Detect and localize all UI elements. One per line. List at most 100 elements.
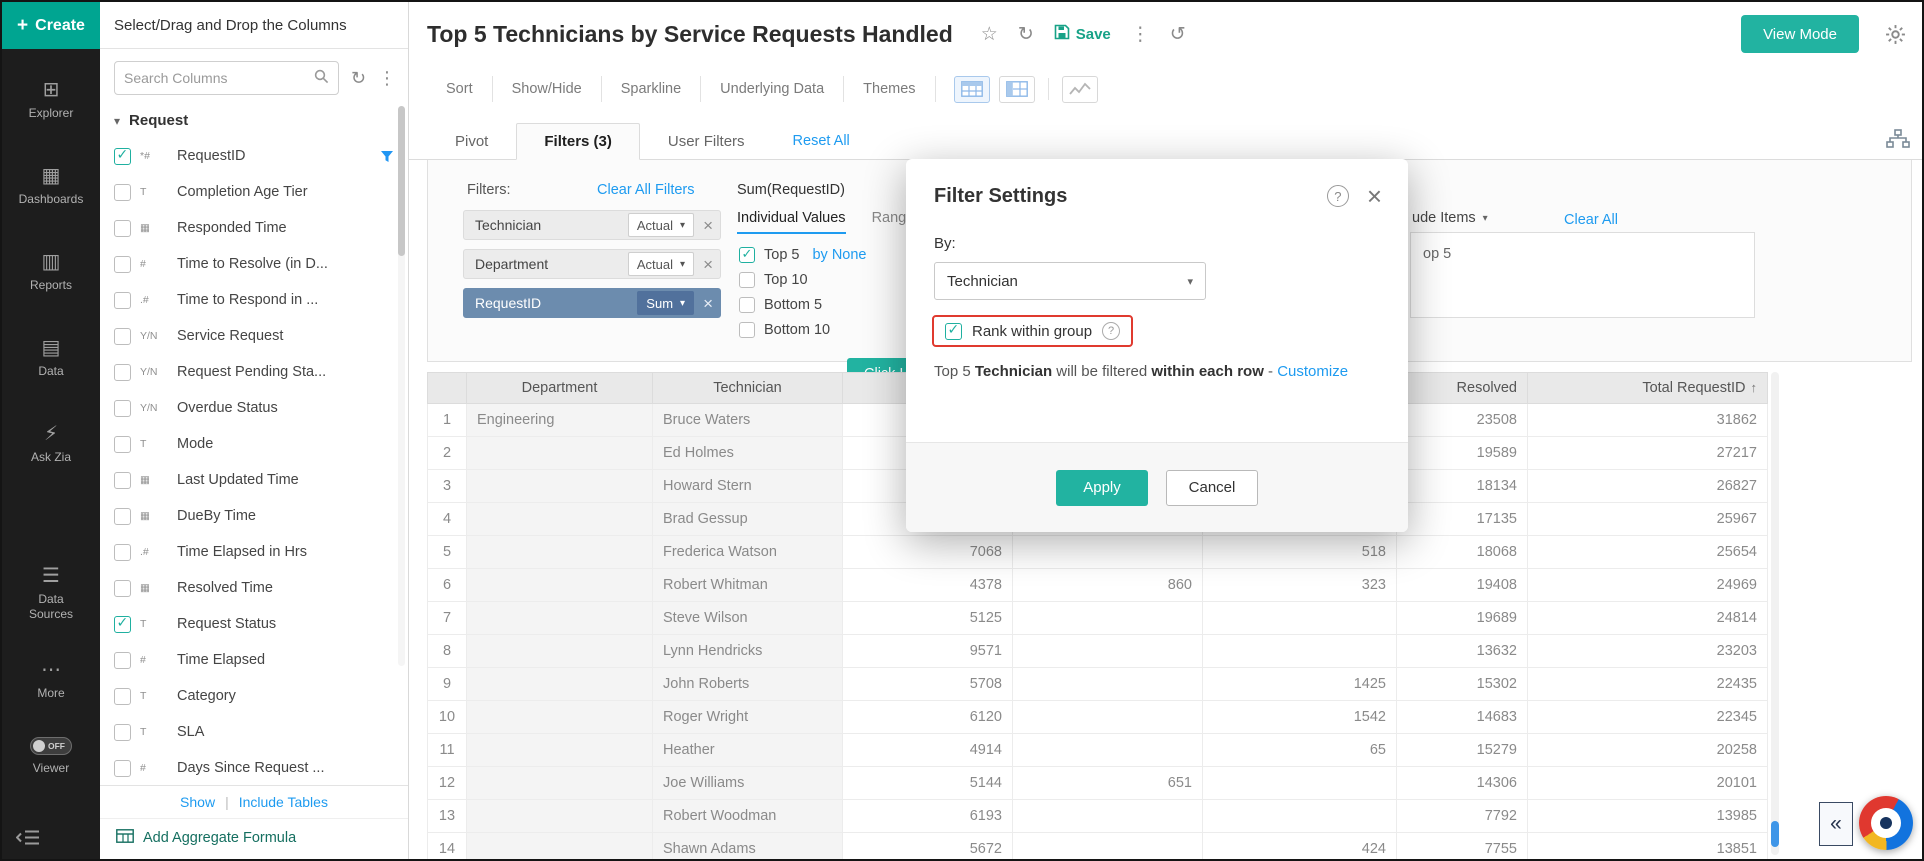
option-checkbox[interactable] (739, 297, 755, 313)
field-row[interactable]: ▦ Resolved Time (100, 570, 408, 606)
customize-link[interactable]: Customize (1277, 363, 1348, 380)
add-aggregate-formula-button[interactable]: Add Aggregate Formula (100, 818, 408, 859)
option-checkbox[interactable] (739, 272, 755, 288)
chip-remove-icon[interactable]: × (703, 217, 713, 234)
sidebar-item[interactable]: ▦ Dashboards (2, 153, 100, 219)
table-row[interactable]: 5 Frederica Watson 7068 518 18068 25654 (428, 536, 1768, 569)
toolbar-button[interactable]: Sort (427, 76, 493, 102)
save-button[interactable]: Save (1054, 24, 1111, 44)
cancel-button[interactable]: Cancel (1166, 470, 1258, 506)
columns-scrollbar-thumb[interactable] (398, 106, 405, 256)
field-row[interactable]: T Request Status (100, 606, 408, 642)
subtab-individual-values[interactable]: Individual Values (737, 210, 846, 234)
chart-view-icon[interactable] (1062, 76, 1098, 103)
table-row[interactable]: 13 Robert Woodman 6193 7792 13985 (428, 800, 1768, 833)
header-department[interactable]: Department (467, 373, 653, 404)
filter-option[interactable]: Bottom 5 (739, 296, 867, 314)
search-columns-input[interactable] (124, 70, 314, 86)
chip-aggregate-dropdown[interactable]: Actual ▾ (628, 213, 694, 237)
hierarchy-icon[interactable] (1886, 129, 1910, 151)
field-checkbox[interactable] (114, 256, 131, 273)
filter-funnel-icon[interactable] (380, 150, 394, 163)
field-checkbox[interactable] (114, 220, 131, 237)
field-checkbox[interactable] (114, 652, 131, 669)
filter-option[interactable]: Top 10 (739, 271, 867, 289)
help-icon[interactable]: ? (1327, 185, 1349, 207)
field-checkbox[interactable] (114, 184, 131, 201)
table-row[interactable]: 8 Lynn Hendricks 9571 13632 23203 (428, 635, 1768, 668)
field-checkbox[interactable] (114, 400, 131, 417)
filter-option[interactable]: Bottom 10 (739, 321, 867, 339)
columns-scrollbar[interactable] (398, 106, 405, 666)
chip-remove-icon[interactable]: × (703, 256, 713, 273)
field-checkbox[interactable] (114, 580, 131, 597)
field-checkbox[interactable] (114, 472, 131, 489)
table-row[interactable]: 6 Robert Whitman 4378 860 323 19408 2496… (428, 569, 1768, 602)
field-row[interactable]: .# Time to Respond in ... (100, 282, 408, 318)
clear-all-link[interactable]: Clear All (1564, 212, 1618, 228)
sidebar-item[interactable]: ⋯ More (2, 647, 100, 713)
create-button[interactable]: + Create (2, 2, 100, 49)
field-row[interactable]: ▦ Responded Time (100, 210, 408, 246)
chip-aggregate-dropdown[interactable]: Actual ▾ (628, 252, 694, 276)
view-mode-button[interactable]: View Mode (1741, 15, 1859, 53)
field-row[interactable]: T Completion Age Tier (100, 174, 408, 210)
sidebar-item[interactable]: ▤ Data (2, 325, 100, 391)
tab-pivot[interactable]: Pivot (427, 123, 516, 159)
tab-filters[interactable]: Filters (3) (516, 123, 640, 160)
toolbar-button[interactable]: Themes (844, 76, 935, 102)
sidebar-item[interactable]: ⊞ Explorer (2, 67, 100, 133)
toolbar-button[interactable]: Show/Hide (493, 76, 602, 102)
header-resolved[interactable]: Resolved (1397, 373, 1528, 404)
field-row[interactable]: T SLA (100, 714, 408, 750)
sidebar-item[interactable]: ▥ Reports (2, 239, 100, 305)
collapse-panel-button[interactable]: « (1819, 802, 1853, 846)
field-row[interactable]: T Mode (100, 426, 408, 462)
table-row[interactable]: 11 Heather 4914 65 15279 20258 (428, 734, 1768, 767)
filter-chip[interactable]: Department Actual ▾ × (463, 249, 721, 279)
search-columns-box[interactable] (114, 61, 339, 95)
table-row[interactable]: 7 Steve Wilson 5125 19689 24814 (428, 602, 1768, 635)
field-row[interactable]: .# Time Elapsed in Hrs (100, 534, 408, 570)
chip-aggregate-dropdown[interactable]: Sum ▾ (637, 291, 694, 315)
undo-icon[interactable]: ↺ (1170, 25, 1186, 44)
field-checkbox[interactable] (114, 724, 131, 741)
zoho-analytics-logo[interactable] (1859, 796, 1913, 850)
reset-all-link[interactable]: Reset All (793, 133, 850, 149)
field-checkbox[interactable] (114, 544, 131, 561)
field-checkbox[interactable] (114, 292, 131, 309)
by-field-dropdown[interactable]: Technician ▾ (934, 262, 1206, 300)
filter-chip[interactable]: Technician Actual ▾ × (463, 210, 721, 240)
toolbar-button[interactable]: Underlying Data (701, 76, 844, 102)
field-checkbox[interactable] (114, 508, 131, 525)
table-section-header[interactable]: ▾ Request (100, 103, 408, 138)
clear-all-filters-link[interactable]: Clear All Filters (597, 182, 695, 198)
table-row[interactable]: 14 Shawn Adams 5672 424 7755 13851 (428, 833, 1768, 861)
subtab-ranking-cut[interactable]: Rang (872, 210, 907, 234)
field-row[interactable]: # Days Since Request ... (100, 750, 408, 786)
field-checkbox[interactable] (114, 760, 131, 777)
apply-button[interactable]: Apply (1056, 470, 1148, 506)
field-row[interactable]: T Category (100, 678, 408, 714)
rank-within-group-checkbox[interactable] (945, 323, 962, 340)
include-items-dropdown-cut[interactable]: ude Items ▾ (1412, 210, 1488, 226)
field-row[interactable]: *# RequestID (100, 138, 408, 174)
field-checkbox[interactable] (114, 328, 131, 345)
sidebar-item[interactable]: ☰ Data Sources (2, 561, 100, 627)
chip-remove-icon[interactable]: × (703, 295, 713, 312)
option-checkbox[interactable] (739, 247, 755, 263)
field-checkbox[interactable] (114, 364, 131, 381)
show-link[interactable]: Show (180, 794, 215, 810)
refresh-columns-icon[interactable]: ↻ (351, 69, 366, 87)
toolbar-button[interactable]: Sparkline (602, 76, 701, 102)
collapse-sidebar-icon[interactable] (16, 829, 40, 849)
sort-ascending-icon[interactable]: ↑ (1751, 380, 1758, 395)
compact-view-icon[interactable] (954, 76, 990, 103)
favorite-star-icon[interactable]: ☆ (981, 25, 998, 44)
tab-user-filters[interactable]: User Filters (640, 123, 773, 159)
field-row[interactable]: ▦ Last Updated Time (100, 462, 408, 498)
by-none-link[interactable]: by None (812, 247, 866, 263)
settings-gear-icon[interactable] (1885, 24, 1906, 45)
selected-item-chip-cut[interactable]: op 5 (1423, 246, 1742, 262)
classic-view-icon[interactable] (999, 76, 1035, 103)
